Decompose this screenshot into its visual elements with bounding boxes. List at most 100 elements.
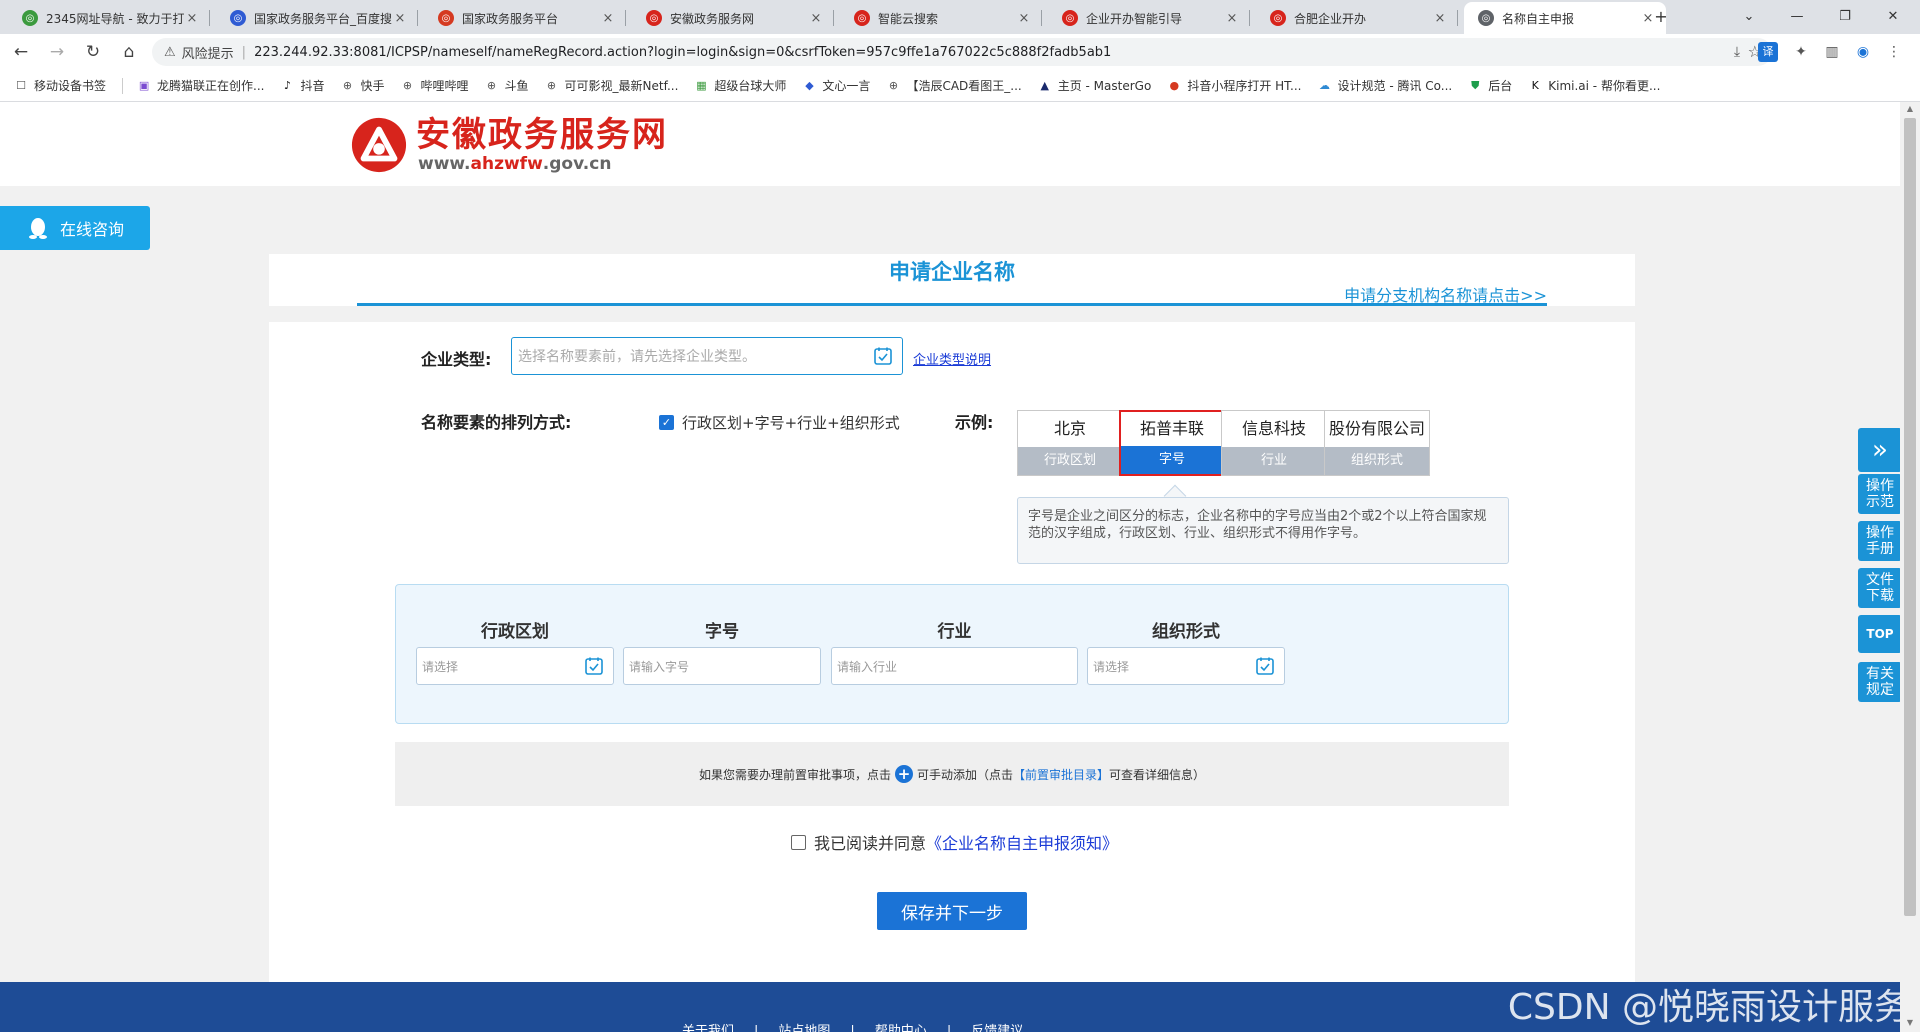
bookmark-item[interactable]: ● 抖音小程序打开 HT... bbox=[1167, 77, 1302, 94]
address-bar[interactable]: ⚠ 风险提示 | 223.244.92.33:8081/ICPSP/namese… bbox=[152, 38, 1772, 66]
tab-close-icon[interactable]: × bbox=[184, 11, 200, 26]
industry-input[interactable]: 请输入行业 bbox=[831, 647, 1078, 685]
order-option[interactable]: ✓ 行政区划+字号+行业+组织形式 bbox=[659, 412, 900, 433]
region-input[interactable]: 请选择 bbox=[416, 647, 614, 685]
tab-favicon-icon: ◎ bbox=[854, 10, 870, 26]
security-label[interactable]: 风险提示 bbox=[182, 43, 234, 62]
minimize-icon[interactable]: — bbox=[1786, 6, 1808, 28]
trade-name-input[interactable]: 请输入字号 bbox=[623, 647, 821, 685]
agree-row[interactable]: 我已阅读并同意 《企业名称自主申报须知》 bbox=[791, 830, 1118, 854]
scroll-down-icon[interactable]: ▼ bbox=[1905, 1018, 1915, 1027]
site-logo[interactable]: 安徽政务服务网 www.ahzwfw.gov.cn bbox=[350, 116, 668, 174]
tab-close-icon[interactable]: × bbox=[1432, 11, 1448, 26]
picker-icon[interactable] bbox=[1256, 657, 1274, 675]
sidebar-icon[interactable]: ▥ bbox=[1822, 42, 1842, 62]
reload-icon[interactable]: ↻ bbox=[82, 41, 104, 63]
name-elements-panel: 行政区划 请选择 字号 请输入字号 行业 请输入行业 组织形式 请选择 bbox=[395, 584, 1509, 724]
footer-link[interactable]: 站点地图 bbox=[778, 1024, 830, 1032]
bookmark-item[interactable]: K Kimi.ai - 帮你看更... bbox=[1528, 77, 1661, 94]
browser-tab[interactable]: ◎ 智能云搜索 × bbox=[840, 2, 1042, 34]
folder-icon: ☐ bbox=[16, 79, 26, 92]
tab-close-icon[interactable]: × bbox=[1016, 11, 1032, 26]
enterprise-type-help-link[interactable]: 企业类型说明 bbox=[913, 349, 991, 368]
bookmark-item[interactable]: ♪ 抖音 bbox=[280, 77, 325, 94]
footer-link[interactable]: 关于我们 bbox=[682, 1024, 734, 1032]
order-option-label: 行政区划+字号+行业+组织形式 bbox=[682, 414, 900, 432]
order-checkbox[interactable]: ✓ bbox=[659, 415, 674, 430]
online-consult-button[interactable]: 在线咨询 bbox=[0, 206, 150, 250]
industry-placeholder: 请输入行业 bbox=[837, 659, 898, 674]
new-tab-icon[interactable]: + bbox=[1650, 6, 1672, 28]
picker-icon[interactable] bbox=[874, 347, 892, 365]
window-close-icon[interactable]: ✕ bbox=[1882, 6, 1904, 28]
add-pre-approval-icon[interactable]: + bbox=[894, 765, 913, 783]
trade-name-header: 字号 bbox=[705, 622, 739, 642]
browser-tab[interactable]: ◎ 合肥企业开办 × bbox=[1256, 2, 1458, 34]
tab-close-icon[interactable]: × bbox=[392, 11, 408, 26]
region-header: 行政区划 bbox=[481, 622, 549, 642]
demo-button[interactable]: 操作示范 bbox=[1858, 474, 1902, 514]
bookmark-item[interactable]: ⊕ 可可影视_最新Netf... bbox=[545, 77, 678, 94]
regulations-button[interactable]: 有关规定 bbox=[1858, 662, 1902, 702]
menu-icon[interactable]: ⋮ bbox=[1884, 42, 1904, 62]
browser-tab[interactable]: ◎ 国家政务服务平台 × bbox=[424, 2, 626, 34]
tab-favicon-icon: ◎ bbox=[1270, 10, 1286, 26]
download-button[interactable]: 文件下载 bbox=[1858, 568, 1902, 608]
note-before: 如果您需要办理前置审批事项，点击 bbox=[698, 767, 891, 782]
org-form-input[interactable]: 请选择 bbox=[1087, 647, 1285, 685]
game-icon: ▦ bbox=[696, 79, 707, 92]
browser-tab[interactable]: ◎ 安徽政务服务网 × bbox=[632, 2, 834, 34]
bookmark-label: 抖音 bbox=[300, 79, 325, 93]
bookmark-item[interactable]: ▦ 超级台球大师 bbox=[694, 77, 786, 94]
browser-tab[interactable]: ◎ 国家政务服务平台_百度搜 × bbox=[216, 2, 418, 34]
bookmark-item[interactable]: ☁ 设计规范 - 腾讯 Co... bbox=[1318, 77, 1452, 94]
translate-icon[interactable]: 译 bbox=[1758, 42, 1778, 62]
back-to-top-button[interactable]: TOP bbox=[1858, 615, 1902, 653]
enterprise-type-select[interactable]: 选择名称要素前，请先选择企业类型。 bbox=[511, 337, 903, 375]
site-header: 安徽政务服务网 www.ahzwfw.gov.cn bbox=[0, 102, 1900, 186]
forward-icon[interactable]: → bbox=[46, 41, 68, 63]
manual-button[interactable]: 操作手册 bbox=[1858, 521, 1902, 561]
home-icon[interactable]: ⌂ bbox=[118, 41, 140, 63]
tab-close-icon[interactable]: × bbox=[1224, 11, 1240, 26]
bookmark-item[interactable]: ⊕ 哔哩哔哩 bbox=[401, 77, 469, 94]
agree-checkbox[interactable] bbox=[791, 834, 806, 850]
save-next-button[interactable]: 保存并下一步 bbox=[877, 892, 1027, 930]
pre-approval-catalog-link[interactable]: 【前置审批目录】 bbox=[1013, 766, 1109, 783]
scroll-thumb[interactable] bbox=[1904, 118, 1916, 916]
picker-icon[interactable] bbox=[585, 657, 603, 675]
bookmark-item[interactable]: ◆ 文心一言 bbox=[802, 77, 870, 94]
url-text[interactable]: 223.244.92.33:8081/ICPSP/nameself/nameRe… bbox=[254, 45, 1111, 60]
page-scrollbar[interactable]: ▲ ▼ bbox=[1900, 102, 1920, 1032]
extensions-icon[interactable]: ✦ bbox=[1791, 42, 1811, 62]
bookmark-label: 移动设备书签 bbox=[34, 79, 107, 93]
bookmark-item[interactable]: ⊕ 快手 bbox=[340, 77, 385, 94]
title-card: 申请企业名称 申请分支机构名称请点击>> bbox=[269, 254, 1635, 306]
bookmark-label: Kimi.ai - 帮你看更... bbox=[1548, 79, 1661, 93]
warning-icon[interactable]: ⚠ bbox=[164, 45, 176, 60]
agree-notice-link[interactable]: 《企业名称自主申报须知》 bbox=[926, 830, 1118, 854]
browser-tab[interactable]: ◎ 2345网址导航 - 致力于打 × bbox=[8, 2, 210, 34]
scroll-up-icon[interactable]: ▲ bbox=[1905, 104, 1915, 113]
profile-icon[interactable]: ◉ bbox=[1853, 42, 1873, 62]
expand-icon[interactable]: » bbox=[1858, 428, 1902, 472]
bookmark-item[interactable]: ▣ 龙腾猫联正在创作... bbox=[137, 77, 265, 94]
browser-tab[interactable]: ◎ 名称自主申报 × bbox=[1464, 2, 1666, 34]
wenxin-icon: ◆ bbox=[805, 79, 814, 92]
tab-close-icon[interactable]: × bbox=[600, 11, 616, 26]
back-icon[interactable]: ← bbox=[10, 41, 32, 63]
bookmark-label: 哔哩哔哩 bbox=[420, 79, 469, 93]
tab-search-icon[interactable]: ⌄ bbox=[1738, 6, 1760, 28]
tab-separator bbox=[1041, 10, 1042, 26]
download-icon[interactable]: ⤓ bbox=[1727, 42, 1747, 62]
bookmark-item[interactable]: ☐ 移动设备书签 bbox=[14, 77, 106, 94]
bookmark-item[interactable]: ⊕ 斗鱼 bbox=[485, 77, 529, 94]
tab-close-icon[interactable]: × bbox=[808, 11, 824, 26]
browser-tab[interactable]: ◎ 企业开办智能引导 × bbox=[1048, 2, 1250, 34]
restore-icon[interactable]: ❐ bbox=[1834, 6, 1856, 28]
footer-link[interactable]: 帮助中心 bbox=[875, 1024, 927, 1032]
bookmark-item[interactable]: ⊕ 【浩辰CAD看图王_... bbox=[886, 77, 1022, 94]
bookmark-item[interactable]: ▲ 主页 - MasterGo bbox=[1038, 77, 1151, 94]
footer-link[interactable]: 反馈建议 bbox=[971, 1024, 1023, 1032]
bookmark-item[interactable]: ⛊ 后台 bbox=[1468, 77, 1512, 94]
